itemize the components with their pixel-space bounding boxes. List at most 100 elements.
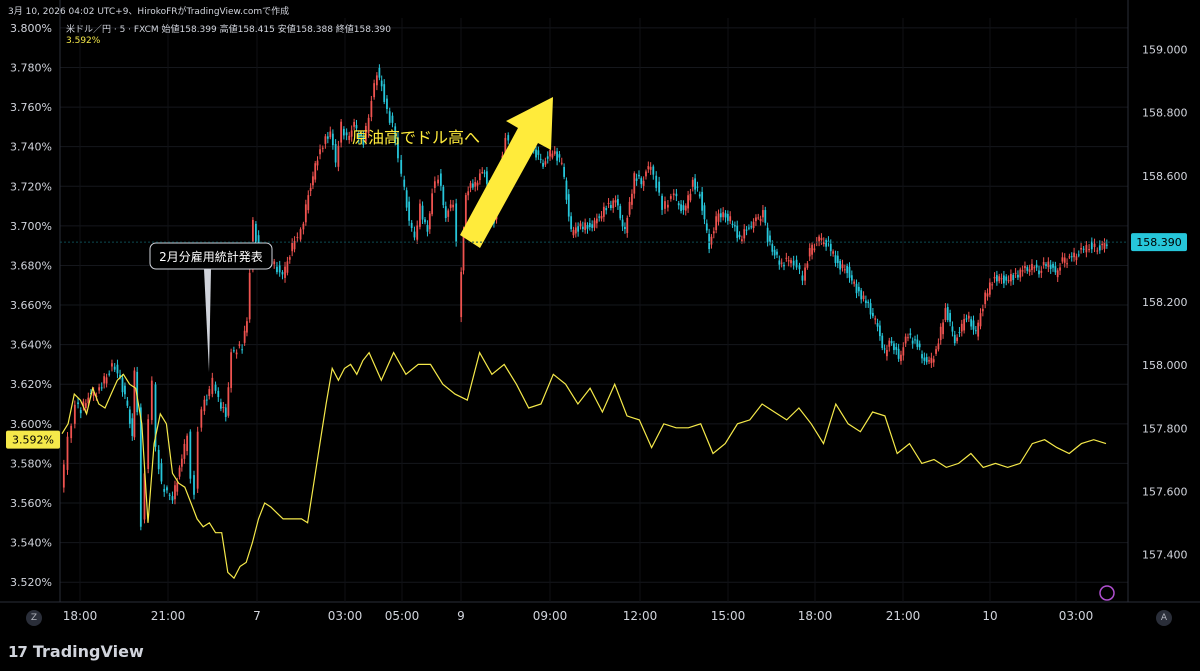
candle-body: [1061, 257, 1064, 262]
candle-body: [667, 204, 669, 208]
candle-body: [455, 203, 458, 242]
candle-body: [565, 180, 568, 200]
candle-body: [860, 290, 863, 300]
candle-body: [312, 176, 314, 186]
candle-body: [588, 222, 591, 228]
candle-body: [383, 84, 386, 102]
candle-body: [928, 360, 930, 362]
candle-body: [1063, 257, 1066, 263]
candle-body: [180, 458, 183, 467]
candle-body: [839, 260, 842, 270]
time-tick-label: 10: [982, 609, 997, 623]
candle-body: [189, 431, 192, 479]
candle-body: [986, 293, 989, 297]
candle-body: [246, 321, 248, 333]
candle-body: [642, 180, 645, 186]
right-tick-label: 158.000: [1142, 359, 1188, 372]
candle-body: [790, 260, 792, 264]
candle-body: [375, 75, 378, 86]
candle-body: [1101, 243, 1104, 246]
candle-body: [1024, 266, 1026, 269]
candle-body: [235, 352, 238, 355]
candle-body: [309, 187, 312, 192]
candle-body: [900, 354, 902, 361]
candle-body: [386, 98, 388, 109]
candle-body: [326, 136, 329, 139]
candle-body: [539, 158, 542, 160]
candle-body: [717, 213, 720, 222]
candle-body: [787, 260, 790, 262]
candle-body: [628, 201, 631, 215]
candle-body: [923, 357, 926, 361]
candle-body: [602, 206, 605, 217]
candle-body: [183, 443, 186, 459]
candle-body: [640, 178, 643, 185]
yield-legend[interactable]: 3.592%: [66, 36, 100, 46]
candle-body: [558, 154, 561, 158]
candle-body: [556, 151, 558, 161]
candle-body: [79, 410, 82, 414]
symbol-label[interactable]: 米ドル／円 · 5 · FXCM: [66, 25, 159, 35]
candle-body: [682, 205, 685, 210]
candle-body: [621, 219, 624, 227]
candle-body: [843, 269, 846, 271]
candle-body: [778, 260, 781, 265]
left-scale-button[interactable]: Z: [26, 610, 42, 626]
candle-body: [818, 236, 820, 242]
time-tick-label: 05:00: [385, 609, 420, 623]
left-tick-label: 3.620%: [10, 378, 52, 391]
candle-body: [719, 213, 722, 218]
candle-body: [1028, 269, 1031, 272]
candle-body: [918, 343, 921, 348]
candle-body: [687, 195, 689, 209]
candle-body: [874, 318, 877, 320]
candle-body: [1068, 256, 1071, 258]
lightning-icon: [1099, 585, 1115, 601]
candle-body: [413, 231, 416, 238]
candle-body: [995, 275, 998, 282]
candle-body: [178, 467, 181, 477]
candle-body: [469, 183, 472, 188]
tradingview-logo[interactable]: 17 TradingView: [8, 642, 144, 661]
candle-body: [1045, 264, 1047, 266]
candle-body: [965, 318, 968, 320]
candle-body: [200, 409, 203, 428]
candle-body: [771, 244, 774, 252]
candle-body: [586, 225, 589, 229]
candle-body: [871, 312, 874, 317]
candle-body: [593, 220, 596, 228]
candle-body: [944, 308, 947, 320]
candle-body: [1093, 243, 1096, 248]
candle-body: [631, 193, 633, 205]
left-tick-label: 3.680%: [10, 259, 52, 272]
candle-body: [546, 156, 549, 159]
candle-body: [302, 223, 305, 230]
candle-body: [890, 341, 893, 344]
right-scale-button[interactable]: A: [1156, 610, 1172, 626]
candle-body: [783, 264, 785, 267]
left-tick-label: 3.580%: [10, 457, 52, 470]
candle-body: [902, 347, 905, 356]
candle-body: [895, 347, 898, 350]
candle-body: [537, 150, 540, 155]
candle-body: [460, 271, 463, 318]
candle-body: [1017, 274, 1019, 278]
candle-body: [211, 377, 214, 394]
candle-body: [698, 194, 701, 197]
candle-body: [635, 178, 638, 181]
candle-body: [388, 111, 391, 123]
candle-body: [722, 212, 725, 218]
candle-body: [909, 333, 912, 336]
candle-body: [542, 163, 544, 167]
candle-body: [474, 181, 477, 187]
candle-body: [581, 226, 584, 230]
candle-body: [684, 205, 687, 211]
candle-body: [1082, 248, 1085, 250]
candle-body: [864, 300, 867, 304]
candle-body: [486, 171, 488, 184]
chart-canvas[interactable]: 3.800% 3.780% 3.760% 3.740% 3.720% 3.700% 3.68…: [0, 0, 1200, 631]
candle-body: [103, 376, 106, 384]
candle-body: [1038, 270, 1040, 275]
candle-body: [600, 215, 603, 219]
candle-body: [827, 240, 830, 242]
